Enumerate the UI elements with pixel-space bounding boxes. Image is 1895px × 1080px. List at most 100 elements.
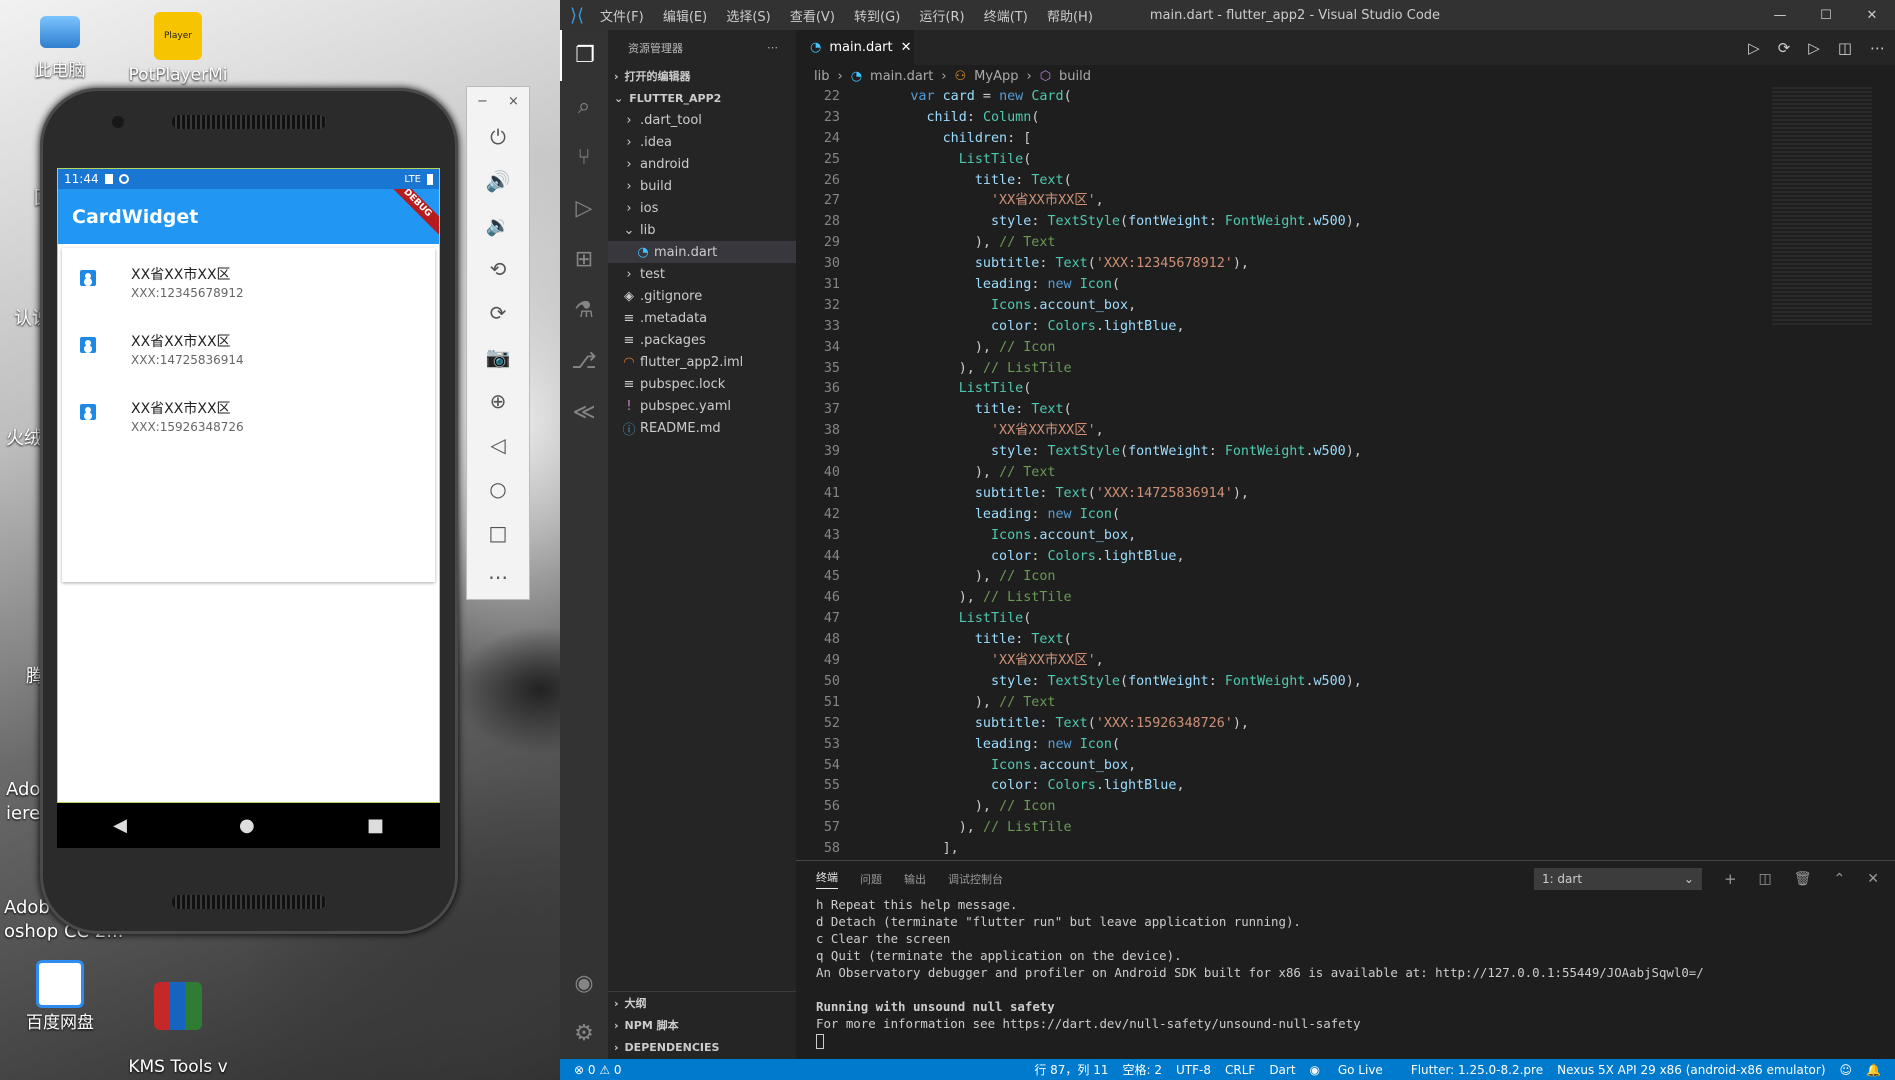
code-line[interactable]: 25 ListTile(	[796, 150, 1766, 171]
tab-terminal[interactable]: 终端	[816, 869, 838, 889]
code-line[interactable]: 22 var card = new Card(	[796, 87, 1766, 108]
terminal-select[interactable]: 1: dart ⌄	[1533, 867, 1702, 890]
nav-back-icon[interactable]: ◀	[113, 815, 127, 836]
list-tile[interactable]: XX省XX市XX区 XXX:15926348726	[62, 388, 435, 455]
desktop-icon-kms[interactable]: KMS Tools v 20190801(...	[118, 960, 238, 1080]
minimap[interactable]	[1766, 87, 1882, 860]
code-line[interactable]: 36 ListTile(	[796, 379, 1766, 400]
tab-debug-console[interactable]: 调试控制台	[948, 871, 1003, 887]
device-selector[interactable]: Nexus 5X API 29 x86 (android-x86 emulato…	[1557, 1063, 1825, 1077]
minimize-icon[interactable]: —	[1757, 8, 1803, 23]
list-tile[interactable]: XX省XX市XX区 XXX:12345678912	[62, 254, 435, 321]
power-icon[interactable]: ⏻	[467, 115, 529, 159]
tree-item[interactable]: › .dart_tool	[608, 109, 796, 131]
menu-help[interactable]: 帮助(H)	[1047, 10, 1093, 25]
source-control-icon[interactable]: ⑂	[560, 132, 608, 183]
code-line[interactable]: 24 children: [	[796, 129, 1766, 150]
desktop-icon-potplayer[interactable]: Player PotPlayerMi	[118, 12, 238, 86]
account-icon[interactable]: ◉	[560, 958, 608, 1009]
menu-go[interactable]: 转到(G)	[854, 10, 900, 25]
code-line[interactable]: 37 title: Text(	[796, 400, 1766, 421]
close-icon[interactable]: ✕	[1849, 8, 1895, 23]
debug-icon[interactable]: ⟳	[1778, 39, 1791, 57]
code-line[interactable]: 54 Icons.account_box,	[796, 756, 1766, 777]
code-line[interactable]: 51 ), // Text	[796, 693, 1766, 714]
code-line[interactable]: 56 ), // Icon	[796, 797, 1766, 818]
menu-file[interactable]: 文件(F)	[600, 10, 644, 25]
encoding[interactable]: UTF-8	[1176, 1063, 1211, 1077]
tree-item[interactable]: › build	[608, 175, 796, 197]
code-line[interactable]: 55 color: Colors.lightBlue,	[796, 776, 1766, 797]
menu-run[interactable]: 运行(R)	[919, 10, 964, 25]
language-mode[interactable]: Dart	[1269, 1063, 1295, 1077]
menu-edit[interactable]: 编辑(E)	[663, 10, 707, 25]
tree-item[interactable]: ◔ main.dart	[608, 241, 796, 263]
maximize-panel-icon[interactable]: ⌃	[1834, 871, 1846, 887]
code-line[interactable]: 47 ListTile(	[796, 609, 1766, 630]
tree-item[interactable]: ◠ flutter_app2.iml	[608, 351, 796, 373]
code-line[interactable]: 32 Icons.account_box,	[796, 296, 1766, 317]
back-icon[interactable]: ◁	[467, 423, 529, 467]
code-line[interactable]: 28 style: TextStyle(fontWeight: FontWeig…	[796, 212, 1766, 233]
volume-up-icon[interactable]: 🔊	[467, 159, 529, 203]
close-icon[interactable]: ×	[508, 94, 519, 109]
breadcrumb-item[interactable]: MyApp	[974, 69, 1018, 84]
tree-item[interactable]: ⓘ README.md	[608, 417, 796, 439]
nav-home-icon[interactable]: ●	[239, 815, 255, 836]
more-actions-icon[interactable]: ⋯	[767, 41, 778, 54]
code-line[interactable]: 27 'XX省XX市XX区',	[796, 191, 1766, 212]
tab-output[interactable]: 输出	[904, 871, 926, 887]
run-play-icon[interactable]: ▷	[1808, 39, 1820, 57]
npm-scripts-section[interactable]: › NPM 脚本	[608, 1014, 796, 1036]
code-line[interactable]: 43 Icons.account_box,	[796, 526, 1766, 547]
desktop-icon-baidu[interactable]: 百度网盘	[0, 960, 120, 1034]
code-line[interactable]: 45 ), // Icon	[796, 567, 1766, 588]
tree-item[interactable]: › ios	[608, 197, 796, 219]
trash-icon[interactable]: 🗑	[1794, 871, 1812, 887]
code-line[interactable]: 44 color: Colors.lightBlue,	[796, 547, 1766, 568]
desktop-icon-this-pc[interactable]: 此电脑	[0, 12, 120, 82]
run-icon[interactable]: ▷	[1748, 39, 1760, 57]
explorer-icon[interactable]: ❐	[560, 30, 608, 81]
tab-problems[interactable]: 问题	[860, 871, 882, 887]
code-line[interactable]: 26 title: Text(	[796, 171, 1766, 192]
search-icon[interactable]: ⌕	[560, 81, 608, 132]
settings-gear-icon[interactable]: ⚙	[560, 1008, 608, 1059]
new-terminal-icon[interactable]: +	[1724, 870, 1737, 888]
tree-item[interactable]: ≡ .packages	[608, 329, 796, 351]
tree-item[interactable]: › test	[608, 263, 796, 285]
tree-item[interactable]: ◈ .gitignore	[608, 285, 796, 307]
open-editors-section[interactable]: › 打开的编辑器	[608, 65, 796, 87]
close-panel-icon[interactable]: ✕	[1867, 871, 1879, 887]
code-line[interactable]: 49 'XX省XX市XX区',	[796, 651, 1766, 672]
indentation[interactable]: 空格: 2	[1123, 1061, 1163, 1078]
code-line[interactable]: 58 ],	[796, 839, 1766, 860]
tree-item[interactable]: › android	[608, 153, 796, 175]
run-debug-icon[interactable]: ▷	[560, 183, 608, 234]
code-line[interactable]: 52 subtitle: Text('XXX:15926348726'),	[796, 714, 1766, 735]
menu-view[interactable]: 查看(V)	[790, 10, 835, 25]
camera-icon[interactable]: 📷	[467, 335, 529, 379]
extensions-icon[interactable]: ⊞	[560, 234, 608, 285]
maximize-icon[interactable]: ☐	[1803, 8, 1849, 23]
code-line[interactable]: 35 ), // ListTile	[796, 359, 1766, 380]
code-line[interactable]: 23 child: Column(	[796, 108, 1766, 129]
code-line[interactable]: 50 style: TextStyle(fontWeight: FontWeig…	[796, 672, 1766, 693]
code-line[interactable]: 53 leading: new Icon(	[796, 735, 1766, 756]
breadcrumb-item[interactable]: main.dart	[870, 69, 933, 84]
project-section[interactable]: ⌄ FLUTTER_APP2	[608, 87, 796, 109]
outline-section[interactable]: › 大纲	[608, 992, 796, 1014]
notifications-icon[interactable]: 🔔	[1866, 1063, 1881, 1077]
volume-down-icon[interactable]: 🔉	[467, 203, 529, 247]
code-line[interactable]: 41 subtitle: Text('XXX:14725836914'),	[796, 484, 1766, 505]
home-icon[interactable]: ○	[467, 467, 529, 511]
tree-item[interactable]: ≡ .metadata	[608, 307, 796, 329]
more-actions-icon[interactable]: ⋯	[1870, 39, 1885, 57]
code-line[interactable]: 31 leading: new Icon(	[796, 275, 1766, 296]
code-line[interactable]: 57 ), // ListTile	[796, 818, 1766, 839]
flutter-icon[interactable]: ≪	[560, 387, 608, 438]
code-line[interactable]: 48 title: Text(	[796, 630, 1766, 651]
split-terminal-icon[interactable]: ◫	[1759, 871, 1772, 887]
testing-icon[interactable]: ⚗	[560, 285, 608, 336]
rotate-left-icon[interactable]: ⟲	[467, 247, 529, 291]
